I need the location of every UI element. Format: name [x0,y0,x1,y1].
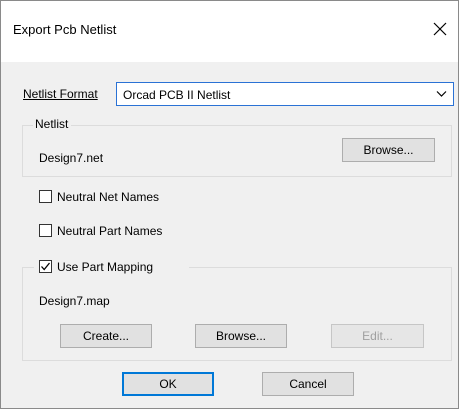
mapping-browse-button[interactable]: Browse... [195,324,287,348]
neutral-net-names-checkbox[interactable] [39,190,52,203]
export-pcb-netlist-dialog: Export Pcb Netlist Netlist Format Orcad … [0,0,459,409]
ok-button[interactable]: OK [122,372,214,396]
use-part-mapping-label: Use Part Mapping [57,260,154,274]
netlist-filename: Design7.net [39,151,104,165]
create-button[interactable]: Create... [60,324,152,348]
netlist-browse-button[interactable]: Browse... [342,138,435,162]
neutral-part-names-checkbox[interactable] [39,224,52,237]
neutral-part-names-label: Neutral Part Names [57,224,163,238]
use-part-mapping-checkbox[interactable] [39,260,52,273]
title-bar: Export Pcb Netlist [1,1,458,62]
neutral-net-names-label: Neutral Net Names [57,190,160,204]
checkmark-icon [41,262,51,271]
close-icon [433,22,447,36]
netlist-format-value: Orcad PCB II Netlist [123,88,231,102]
chevron-down-icon [436,91,447,97]
netlist-format-label: Netlist Format [23,87,98,101]
netlist-format-label-text: Netlist Format [23,87,98,101]
cancel-button[interactable]: Cancel [262,372,354,396]
netlist-group-legend: Netlist [33,117,72,131]
close-button[interactable] [424,14,456,44]
netlist-format-select[interactable]: Orcad PCB II Netlist [116,82,454,106]
edit-button[interactable]: Edit... [331,324,424,348]
dialog-title: Export Pcb Netlist [13,22,117,37]
mapping-filename: Design7.map [39,294,110,308]
